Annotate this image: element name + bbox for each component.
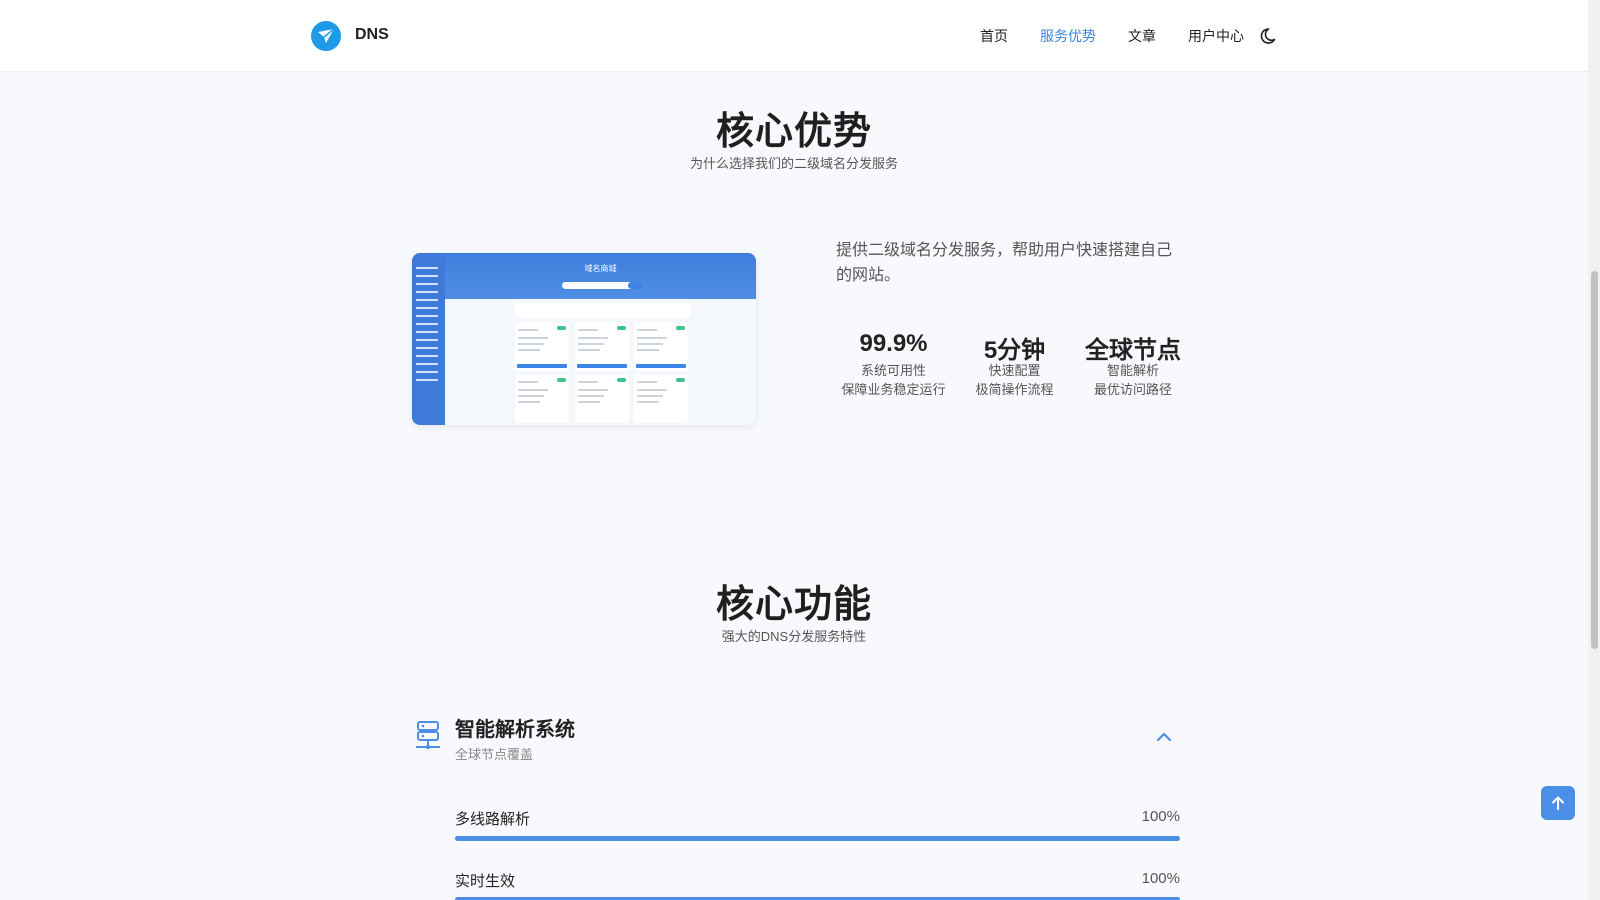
screenshot-card [575,323,629,371]
scrollbar-thumb[interactable] [1591,271,1598,649]
arrow-up-icon [1552,796,1564,810]
screenshot-side-line [416,291,438,293]
screenshot-sidebar [412,253,445,425]
advantages-title: 核心优势 [715,111,872,153]
screenshot-card [515,323,569,371]
advantages-subtitle: 为什么选择我们的二级域名分发服务 [689,156,898,171]
screenshot-side-line [416,347,438,349]
stat-label: 最优访问路径 [1093,382,1172,397]
feature-title[interactable]: 智能解析系统 [455,713,575,742]
screenshot-side-line [416,363,438,365]
stat-label: 保障业务稳定运行 [841,382,946,397]
nav-user-center[interactable]: 用户中心 [1188,26,1244,46]
top-navbar: DNS 首页 服务优势 文章 用户中心 [0,0,1588,72]
screenshot-side-line [416,315,438,317]
bar-label: 实时生效 [455,873,516,890]
screenshot-banner [445,253,756,299]
screenshot-card [515,375,569,423]
stat-label: 系统可用性 [860,363,926,378]
stat-value: 99.9% [859,330,928,357]
screenshot-side-line [416,275,438,277]
stat-value: 全球节点 [1085,337,1181,364]
features-subtitle: 强大的DNS分发服务特性 [721,629,867,644]
stat-label: 智能解析 [1106,363,1159,378]
screenshot-side-line [416,331,438,333]
screenshot-filter [515,303,691,317]
screenshot-side-line [416,339,438,341]
screenshot-side-line [416,379,438,381]
chevron-up-icon[interactable] [1155,730,1173,742]
screenshot-side-line [416,307,438,309]
nav-articles[interactable]: 文章 [1128,26,1156,46]
screenshot-side-line [416,267,438,269]
paper-plane-logo[interactable] [311,21,341,51]
screenshot-card [634,323,688,371]
moon-icon[interactable] [1260,26,1280,46]
feature-subtitle: 全球节点覆盖 [455,747,534,762]
features-title: 核心功能 [715,584,872,626]
brand-name[interactable]: DNS [355,26,389,44]
product-screenshot: 域名商城 [412,253,756,425]
screenshot-side-line [416,371,438,373]
nav-home[interactable]: 首页 [980,26,1008,46]
screenshot-side-line [416,355,438,357]
stat-label: 极简操作流程 [975,382,1054,397]
screenshot-card [634,375,688,423]
bar-value: 100% [1141,808,1180,825]
screenshot-side-line [416,299,438,301]
screenshot-search-button [628,282,644,289]
screenshot-side-line [416,283,438,285]
progress-track [455,836,1180,841]
progress-fill [455,836,1180,841]
stat-value: 5分钟 [983,337,1046,364]
stat-label: 快速配置 [988,363,1041,378]
screenshot-title: 域名商城 [584,264,617,273]
server-network-icon [416,721,440,750]
advantages-intro: 提供二级域名分发服务，帮助用户快速搭建自己的网站。 [836,242,1173,284]
screenshot-card [575,375,629,423]
back-to-top-button[interactable] [1541,786,1575,820]
bar-value: 100% [1141,870,1180,887]
screenshot-side-line [416,323,438,325]
nav-advantages[interactable]: 服务优势 [1040,26,1096,46]
bar-label: 多线路解析 [455,811,531,828]
